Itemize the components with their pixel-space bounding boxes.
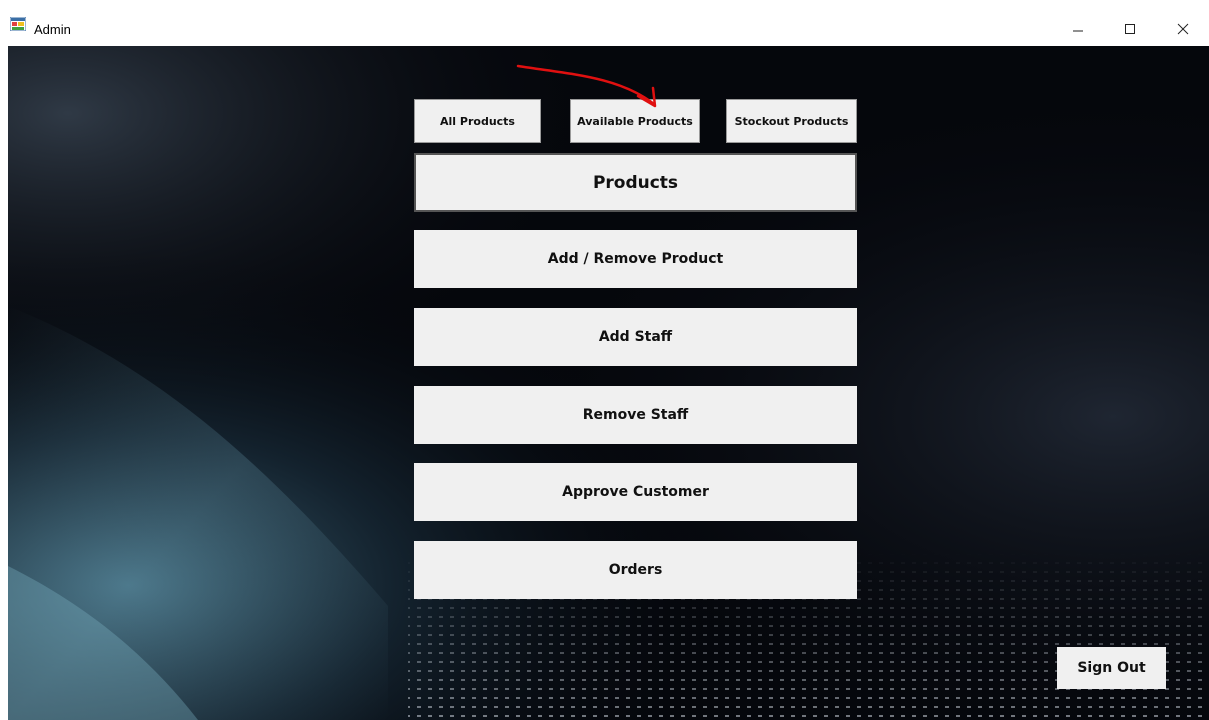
orders-button[interactable]: Orders (414, 541, 857, 599)
maximize-button[interactable] (1110, 12, 1150, 46)
admin-window: Admin All Products Available Products St… (0, 0, 1209, 720)
form-client-area: All Products Available Products Stockout… (8, 46, 1209, 720)
stockout-products-button[interactable]: Stockout Products (726, 99, 857, 143)
add-remove-product-button[interactable]: Add / Remove Product (414, 230, 857, 288)
close-icon (1177, 23, 1189, 35)
background-image (8, 46, 1209, 720)
sign-out-button[interactable]: Sign Out (1057, 647, 1166, 689)
window-title: Admin (34, 22, 71, 37)
approve-customer-button[interactable]: Approve Customer (414, 463, 857, 521)
app-icon (9, 16, 27, 32)
close-button[interactable] (1163, 12, 1203, 46)
available-products-button[interactable]: Available Products (570, 99, 700, 143)
title-bar[interactable]: Admin (0, 0, 1209, 46)
minimize-button[interactable] (1058, 12, 1098, 46)
all-products-button[interactable]: All Products (414, 99, 541, 143)
add-staff-button[interactable]: Add Staff (414, 308, 857, 366)
products-button[interactable]: Products (414, 153, 857, 212)
minimize-icon (1073, 30, 1083, 32)
remove-staff-button[interactable]: Remove Staff (414, 386, 857, 444)
maximize-icon (1125, 24, 1135, 34)
